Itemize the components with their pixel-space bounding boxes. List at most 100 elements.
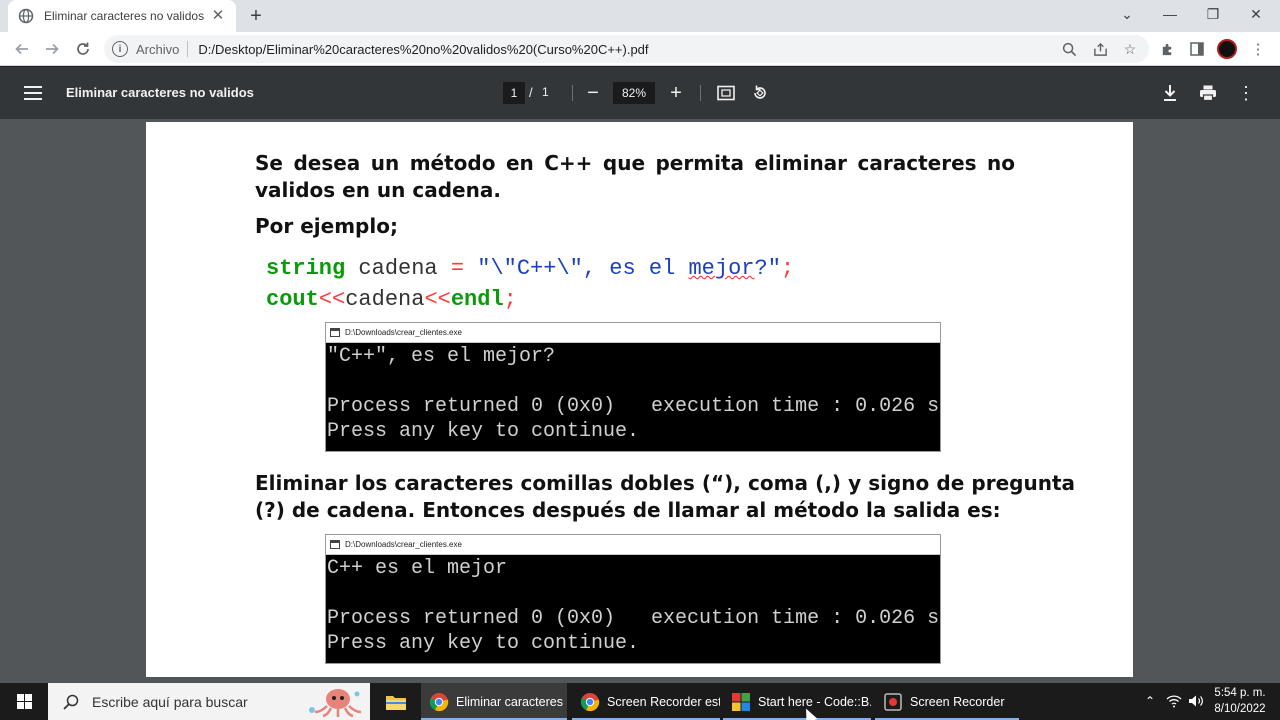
side-panel-icon[interactable] xyxy=(1188,40,1206,58)
window-close-icon[interactable]: ✕ xyxy=(1244,4,1268,24)
browser-tab[interactable]: Eliminar caracteres no validos ✕ xyxy=(8,0,236,32)
folder-icon xyxy=(386,695,406,710)
intro-text: Se desea un método en C++ que permita el… xyxy=(255,151,1015,202)
minimize-icon[interactable]: — xyxy=(1158,4,1182,24)
code-identifier: cadena xyxy=(358,256,438,281)
clock-time: 5:54 p. m. xyxy=(1214,687,1266,699)
code-string: "\"C++\", es el xyxy=(477,256,689,281)
taskbar-app-chrome-pdf[interactable]: Eliminar caracteres ... xyxy=(421,683,567,720)
pdf-toolbar: Eliminar caracteres no validos 1 / 1 − 8… xyxy=(0,67,1280,119)
url-text[interactable]: D:/Desktop/Eliminar%20caracteres%20no%20… xyxy=(198,42,648,57)
volume-icon[interactable] xyxy=(1187,692,1205,710)
back-button[interactable] xyxy=(11,38,33,60)
windows-logo-icon xyxy=(16,694,32,709)
pdf-page: Se desea un método en C++ que permita el… xyxy=(146,122,1133,677)
taskbar-app-label: Screen Recorder xyxy=(910,694,1005,709)
console-app-icon xyxy=(330,540,340,549)
clock-date: 8/10/2022 xyxy=(1214,703,1266,715)
console-output: "C++", es el mejor? xyxy=(327,345,556,368)
tab-strip: Eliminar caracteres no validos ✕ + ⌄ — ❐… xyxy=(0,0,1280,32)
browser-toolbar: i Archivo D:/Desktop/Eliminar%20caracter… xyxy=(0,32,1280,66)
search-icon xyxy=(63,694,79,710)
zoom-magnifier-icon[interactable] xyxy=(1060,40,1078,58)
taskbar-app-label: Screen Recorder est... xyxy=(607,694,720,709)
star-icon[interactable]: ☆ xyxy=(1121,40,1139,58)
console-output: C++ es el mejor xyxy=(327,557,508,580)
kebab-menu-icon[interactable]: ⋮ xyxy=(1249,40,1267,58)
download-icon[interactable] xyxy=(1159,82,1181,104)
address-bar[interactable]: i Archivo D:/Desktop/Eliminar%20caracter… xyxy=(104,35,1149,63)
code-semicolon: ; xyxy=(503,287,517,312)
network-icon[interactable] xyxy=(1165,692,1183,710)
close-icon[interactable]: ✕ xyxy=(210,8,226,24)
code-keyword: endl xyxy=(450,287,504,312)
console-press-key-line: Press any key to continue. xyxy=(327,420,640,443)
restore-icon[interactable]: ❐ xyxy=(1201,4,1225,24)
chrome-icon xyxy=(580,692,600,711)
rotate-icon[interactable] xyxy=(749,82,771,104)
info-icon[interactable]: i xyxy=(112,41,128,57)
taskbar-app-codeblocks[interactable]: Start here - Code::B... xyxy=(723,683,871,720)
code-identifier: cadena xyxy=(345,287,425,312)
code-operator: << xyxy=(424,287,451,312)
code-keyword: string xyxy=(266,256,346,281)
recorder-icon xyxy=(884,692,902,711)
code-line-2: cout<<cadena<<endl; xyxy=(266,284,517,315)
taskbar-app-label: Eliminar caracteres ... xyxy=(456,694,567,709)
page-number-input[interactable]: 1 xyxy=(503,82,525,104)
code-string-spellcheck: mejor xyxy=(688,256,755,281)
forward-button[interactable] xyxy=(41,38,63,60)
tab-title: Eliminar caracteres no validos xyxy=(44,9,205,23)
hamburger-menu-icon[interactable] xyxy=(24,84,42,102)
taskbar-search[interactable]: Escribe aquí para buscar xyxy=(48,683,370,720)
code-string: ?" xyxy=(754,256,781,281)
code-semicolon: ; xyxy=(780,256,795,281)
chevron-down-icon[interactable]: ⌄ xyxy=(1115,4,1139,24)
taskbar-app-chrome-recorder[interactable]: Screen Recorder est... xyxy=(572,683,720,720)
arrow-right-icon xyxy=(46,43,59,55)
console-titlebar: D:\Downloads\crear_clientes.exe xyxy=(326,535,940,555)
search-placeholder: Escribe aquí para buscar xyxy=(92,693,248,710)
console-process-line: Process returned 0 (0x0) execution time … xyxy=(327,395,940,418)
more-options-icon[interactable]: ⋮ xyxy=(1235,82,1257,104)
taskbar-file-explorer[interactable] xyxy=(376,683,416,720)
console-app-icon xyxy=(330,328,340,337)
new-tab-button[interactable]: + xyxy=(245,5,267,27)
code-operator: << xyxy=(318,287,346,312)
print-icon[interactable] xyxy=(1197,82,1219,104)
chevron-up-icon[interactable]: ⌃ xyxy=(1141,692,1159,710)
code-operator: = xyxy=(450,256,465,281)
reload-button[interactable] xyxy=(72,38,94,60)
reload-icon xyxy=(77,42,89,55)
avatar[interactable] xyxy=(1217,39,1237,59)
taskbar-clock[interactable]: 5:54 p. m. 8/10/2022 xyxy=(1208,685,1272,717)
chrome-icon xyxy=(429,692,449,711)
zoom-out-button[interactable]: − xyxy=(581,81,605,105)
taskbar-app-screen-recorder[interactable]: Screen Recorder xyxy=(875,683,1019,720)
divider xyxy=(187,41,189,57)
taskbar: Escribe aquí para buscar Eliminar caract… xyxy=(0,683,1280,720)
globe-icon xyxy=(18,8,34,24)
start-button[interactable] xyxy=(0,683,48,720)
arrow-left-icon xyxy=(15,43,28,55)
console-screenshot-expected: D:\Downloads\crear_clientes.exe C++ es e… xyxy=(325,534,941,664)
console-process-line: Process returned 0 (0x0) execution time … xyxy=(327,607,940,630)
page-separator: / xyxy=(529,85,533,100)
console-title: D:\Downloads\crear_clientes.exe xyxy=(345,540,462,549)
pdf-canvas[interactable]: Se desea un método en C++ que permita el… xyxy=(0,119,1280,683)
console-title: D:\Downloads\crear_clientes.exe xyxy=(345,328,462,337)
fit-to-page-icon[interactable] xyxy=(715,82,737,104)
zoom-level-input[interactable]: 82% xyxy=(613,82,655,104)
console-screenshot-original: D:\Downloads\crear_clientes.exe "C++", e… xyxy=(325,322,941,452)
taskbar-app-label: Start here - Code::B... xyxy=(758,694,871,709)
divider xyxy=(572,85,573,101)
extensions-icon[interactable] xyxy=(1158,40,1176,58)
zoom-in-button[interactable]: + xyxy=(664,81,688,105)
share-icon[interactable] xyxy=(1091,40,1109,58)
document-title: Eliminar caracteres no validos xyxy=(66,85,254,100)
page-count: 1 xyxy=(542,85,549,99)
console-titlebar: D:\Downloads\crear_clientes.exe xyxy=(326,323,940,343)
scheme-label: Archivo xyxy=(136,41,180,57)
instruction-text: Eliminar los caracteres comillas dobles … xyxy=(255,471,1075,522)
code-line-1: string cadena = "\"C++\", es el mejor?"; xyxy=(266,253,794,284)
